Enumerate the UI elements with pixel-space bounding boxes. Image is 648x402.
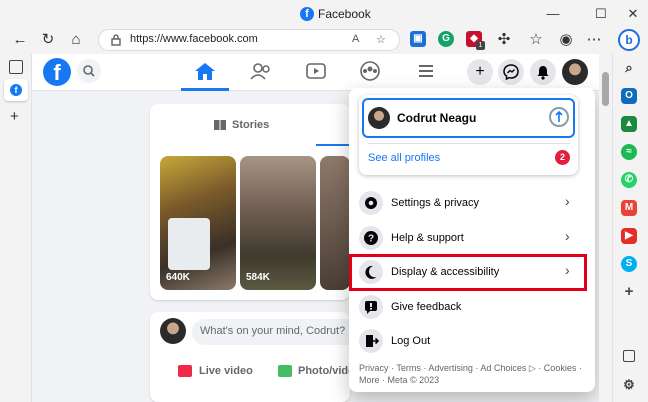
- lock-icon: [111, 34, 121, 46]
- new-tab-plus-icon[interactable]: +: [10, 108, 19, 125]
- profile-name: Codrut Neagu: [397, 111, 477, 125]
- home-icon[interactable]: ⌂: [66, 30, 86, 50]
- question-icon: ?: [359, 226, 383, 250]
- profile-divider: [368, 143, 570, 144]
- favorites-icon[interactable]: ☆: [526, 30, 546, 50]
- refresh-icon[interactable]: ↻: [38, 30, 58, 50]
- profile-avatar: [368, 107, 390, 129]
- live-video-button[interactable]: Live video: [199, 365, 253, 377]
- gmail-icon[interactable]: M: [621, 200, 637, 216]
- bing-copilot-icon[interactable]: b: [618, 29, 640, 51]
- see-all-profiles-link[interactable]: See all profiles: [368, 152, 440, 164]
- menu-item-label: Help & support: [391, 232, 464, 244]
- story-view-count: 584K: [246, 272, 270, 283]
- chevron-right-icon: ›: [565, 228, 570, 244]
- notifications-button[interactable]: [530, 59, 556, 85]
- extension-badge: 1: [476, 41, 485, 50]
- menu-item-give-feedback[interactable]: [355, 289, 587, 323]
- story-card[interactable]: 584K: [240, 156, 316, 290]
- menu-item-label: Give feedback: [391, 301, 462, 313]
- highlight-box: [349, 254, 587, 291]
- back-arrow-icon[interactable]: ←: [10, 30, 30, 50]
- home-icon[interactable]: [191, 60, 219, 82]
- profiles-count-badge: 2: [555, 150, 570, 165]
- friends-icon[interactable]: [247, 60, 275, 82]
- read-aloud-icon[interactable]: A: [352, 33, 359, 45]
- facebook-tab-icon: f: [10, 84, 22, 96]
- facebook-logo-icon[interactable]: f: [43, 58, 71, 86]
- groups-icon[interactable]: [356, 60, 384, 82]
- address-url[interactable]: https://www.facebook.com: [130, 33, 258, 45]
- stories-tab-indicator: [316, 144, 350, 146]
- menu-item-label: Log Out: [391, 335, 431, 347]
- vertical-tab-strip: [0, 54, 32, 402]
- menu-footer-links[interactable]: Privacy · Terms · Advertising · Ad Choic…: [359, 362, 585, 386]
- stories-book-icon: [214, 120, 226, 130]
- live-video-icon: [178, 365, 192, 377]
- spotify-icon[interactable]: ≈: [621, 144, 637, 160]
- messenger-icon: [503, 64, 519, 81]
- tab-actions-icon[interactable]: [9, 60, 23, 74]
- extensions-puzzle-icon[interactable]: ✣: [494, 30, 514, 50]
- story-card[interactable]: 640K: [160, 156, 236, 290]
- menu-icon[interactable]: [412, 60, 440, 82]
- tree-app-icon[interactable]: ▲: [621, 116, 637, 132]
- menu-item-label: Settings & privacy: [391, 197, 480, 209]
- youtube-icon[interactable]: ▶: [621, 228, 637, 244]
- search-icon: [83, 65, 95, 77]
- menu-item-log-out[interactable]: [355, 324, 587, 358]
- svg-text:?: ?: [368, 234, 374, 245]
- logout-icon: [359, 329, 383, 353]
- switch-arrows-icon: [555, 110, 563, 122]
- menu-item-help-support[interactable]: [355, 220, 587, 254]
- story-card[interactable]: [320, 156, 350, 290]
- composer-avatar[interactable]: [160, 318, 186, 344]
- extension-icon[interactable]: ▣: [410, 31, 426, 47]
- sidebar-toggle-icon[interactable]: [623, 350, 635, 362]
- skype-icon[interactable]: S: [621, 256, 637, 272]
- sidebar-search-icon[interactable]: ⌕: [621, 60, 637, 76]
- settings-gear-icon[interactable]: ⚙: [621, 377, 637, 393]
- switch-profile-icon[interactable]: [549, 107, 569, 127]
- watch-icon[interactable]: [302, 60, 330, 82]
- page-scrollbar[interactable]: [599, 54, 612, 402]
- stories-tab[interactable]: Stories: [232, 119, 269, 131]
- profile-icon[interactable]: ◉: [556, 30, 576, 50]
- scrollbar-thumb[interactable]: [602, 72, 609, 106]
- facebook-favicon-icon: f: [300, 7, 314, 21]
- grammarly-icon[interactable]: G: [438, 31, 454, 47]
- window-title: Facebook: [318, 7, 371, 21]
- active-tab-indicator: [181, 88, 229, 91]
- chevron-right-icon: ›: [565, 193, 570, 209]
- outlook-icon[interactable]: O: [621, 88, 637, 104]
- messenger-button[interactable]: [498, 59, 524, 85]
- bell-icon: [537, 66, 549, 80]
- story-view-count: 640K: [166, 272, 190, 283]
- create-plus-button[interactable]: +: [467, 59, 493, 85]
- minimize-button[interactable]: —: [542, 4, 564, 24]
- more-menu-icon[interactable]: ⋯: [584, 30, 604, 50]
- photo-video-button[interactable]: Photo/vide: [298, 365, 350, 377]
- favorite-star-icon[interactable]: ☆: [376, 33, 386, 46]
- account-avatar-button[interactable]: [562, 59, 588, 85]
- whatsapp-icon[interactable]: ✆: [621, 172, 637, 188]
- gear-icon: [359, 191, 383, 215]
- photo-video-icon: [278, 365, 292, 377]
- add-sidebar-app-icon[interactable]: +: [621, 284, 637, 300]
- feedback-icon: [359, 295, 383, 319]
- close-button[interactable]: ✕: [622, 4, 644, 24]
- search-button[interactable]: [77, 59, 101, 83]
- maximize-button[interactable]: ☐: [590, 4, 612, 24]
- status-input[interactable]: What's on your mind, Codrut?: [192, 319, 362, 345]
- story-post-preview: [168, 218, 210, 270]
